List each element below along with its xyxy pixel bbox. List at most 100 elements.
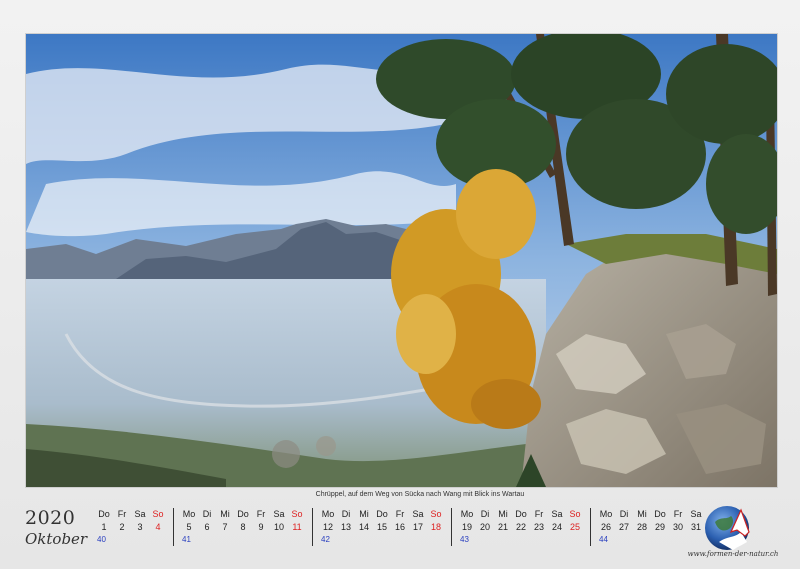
weekday-label: Sa: [273, 509, 285, 519]
month-heading: 2020 Oktober: [25, 507, 87, 548]
calendar-day: Mi 14: [355, 508, 373, 534]
calendar-day: So 25: [566, 508, 584, 534]
calendar-day: Sa 3: [131, 508, 149, 534]
calendar-day: Sa 10: [270, 508, 288, 534]
weekday-label: Mo: [182, 509, 196, 519]
day-number: 2: [119, 522, 125, 532]
calendar-day: Fr 30: [669, 508, 687, 534]
calendar-day: Mo 12: [319, 508, 337, 534]
calendar-day: Do 22: [512, 508, 530, 534]
day-number: 11: [292, 522, 302, 532]
weekday-label: Do: [515, 509, 527, 519]
calendar-day: Sa 24: [548, 508, 566, 534]
calendar-day: Sa 17: [409, 508, 427, 534]
day-number: 13: [340, 522, 351, 532]
week-number: 43: [460, 535, 469, 544]
calendar-day: Fr 16: [391, 508, 409, 534]
weekday-label: Di: [480, 509, 490, 519]
weekday-label: Mo: [460, 509, 474, 519]
weekday-label: So: [569, 509, 581, 519]
weekday-label: Do: [376, 509, 388, 519]
day-number: 17: [412, 522, 423, 532]
day-number: 9: [258, 522, 264, 532]
day-number: 20: [479, 522, 490, 532]
weekday-label: Mi: [498, 509, 508, 519]
weekday-label: Mi: [220, 509, 230, 519]
weekday-label: Fr: [534, 509, 544, 519]
day-number: 8: [240, 522, 246, 532]
month-calendar: Do 1 Fr 2 Sa 3 So 4 40 Mo 5 Di 6 Mi 7 Do 8 Fr 9 Sa 10 So 11 41 M…: [89, 508, 711, 546]
calendar-day: So 18: [427, 508, 445, 534]
calendar-day: Mi 21: [494, 508, 512, 534]
calendar-page: Chrüppel, auf dem Weg von Sücka nach Wan…: [0, 0, 800, 569]
day-number: 26: [600, 522, 611, 532]
weekday-label: Sa: [412, 509, 424, 519]
week-number: 40: [97, 535, 106, 544]
weekday-label: Fr: [256, 509, 266, 519]
weekday-label: So: [430, 509, 442, 519]
calendar-day: So 11: [288, 508, 306, 534]
weekday-label: So: [291, 509, 303, 519]
week-number: 44: [599, 535, 608, 544]
website-url[interactable]: www.formen-der-natur.ch: [683, 550, 783, 558]
calendar-week: Mo 19 Di 20 Mi 21 Do 22 Fr 23 Sa 24 So 25 43: [451, 508, 590, 546]
weekday-label: Mo: [599, 509, 613, 519]
day-number: 22: [515, 522, 526, 532]
day-number: 12: [322, 522, 333, 532]
calendar-day: Fr 2: [113, 508, 131, 534]
day-number: 23: [533, 522, 544, 532]
calendar-week: Do 1 Fr 2 Sa 3 So 4 40: [89, 508, 173, 546]
weekday-label: Do: [98, 509, 110, 519]
week-number: 42: [321, 535, 330, 544]
calendar-day: Do 15: [373, 508, 391, 534]
calendar-week: Mo 26 Di 27 Mi 28 Do 29 Fr 30 Sa 31 44: [590, 508, 711, 546]
day-number: 28: [636, 522, 647, 532]
day-number: 10: [273, 522, 284, 532]
month-label: Oktober: [25, 530, 88, 548]
weekday-label: Mi: [637, 509, 647, 519]
calendar-day: Mo 19: [458, 508, 476, 534]
weekday-label: Mo: [321, 509, 335, 519]
weekday-label: Mi: [359, 509, 369, 519]
calendar-day: Di 13: [337, 508, 355, 534]
day-number: 27: [618, 522, 629, 532]
day-number: 5: [186, 522, 192, 532]
weekday-label: Di: [619, 509, 629, 519]
day-number: 30: [672, 522, 683, 532]
weekday-label: Fr: [395, 509, 405, 519]
weekday-label: Di: [202, 509, 212, 519]
calendar-day: Mo 5: [180, 508, 198, 534]
year-label: 2020: [25, 507, 76, 529]
weekday-label: Sa: [134, 509, 146, 519]
weekday-label: Fr: [673, 509, 683, 519]
day-number: 1: [101, 522, 107, 532]
calendar-week: Mo 12 Di 13 Mi 14 Do 15 Fr 16 Sa 17 So 18 42: [312, 508, 451, 546]
day-number: 7: [222, 522, 228, 532]
calendar-day: Mi 28: [633, 508, 651, 534]
calendar-day: Fr 23: [530, 508, 548, 534]
calendar-week: Mo 5 Di 6 Mi 7 Do 8 Fr 9 Sa 10 So 11 41: [173, 508, 312, 546]
weekday-label: Fr: [117, 509, 127, 519]
day-number: 24: [551, 522, 562, 532]
calendar-day: Di 27: [615, 508, 633, 534]
day-number: 6: [204, 522, 210, 532]
calendar-day: Do 29: [651, 508, 669, 534]
calendar-day: Di 20: [476, 508, 494, 534]
week-number: 41: [182, 535, 191, 544]
calendar-day: Fr 9: [252, 508, 270, 534]
calendar-day: Do 1: [95, 508, 113, 534]
calendar-day: Mi 7: [216, 508, 234, 534]
weekday-label: So: [152, 509, 164, 519]
weekday-label: Di: [341, 509, 351, 519]
landscape-photo: [25, 33, 778, 488]
day-number: 3: [137, 522, 143, 532]
day-number: 19: [461, 522, 472, 532]
day-number: 25: [569, 522, 580, 532]
calendar-day: Mo 26: [597, 508, 615, 534]
day-number: 29: [654, 522, 665, 532]
day-number: 21: [497, 522, 508, 532]
day-number: 18: [430, 522, 441, 532]
weekday-label: Do: [237, 509, 249, 519]
photo-illustration: [26, 34, 777, 487]
calendar-day: Do 8: [234, 508, 252, 534]
